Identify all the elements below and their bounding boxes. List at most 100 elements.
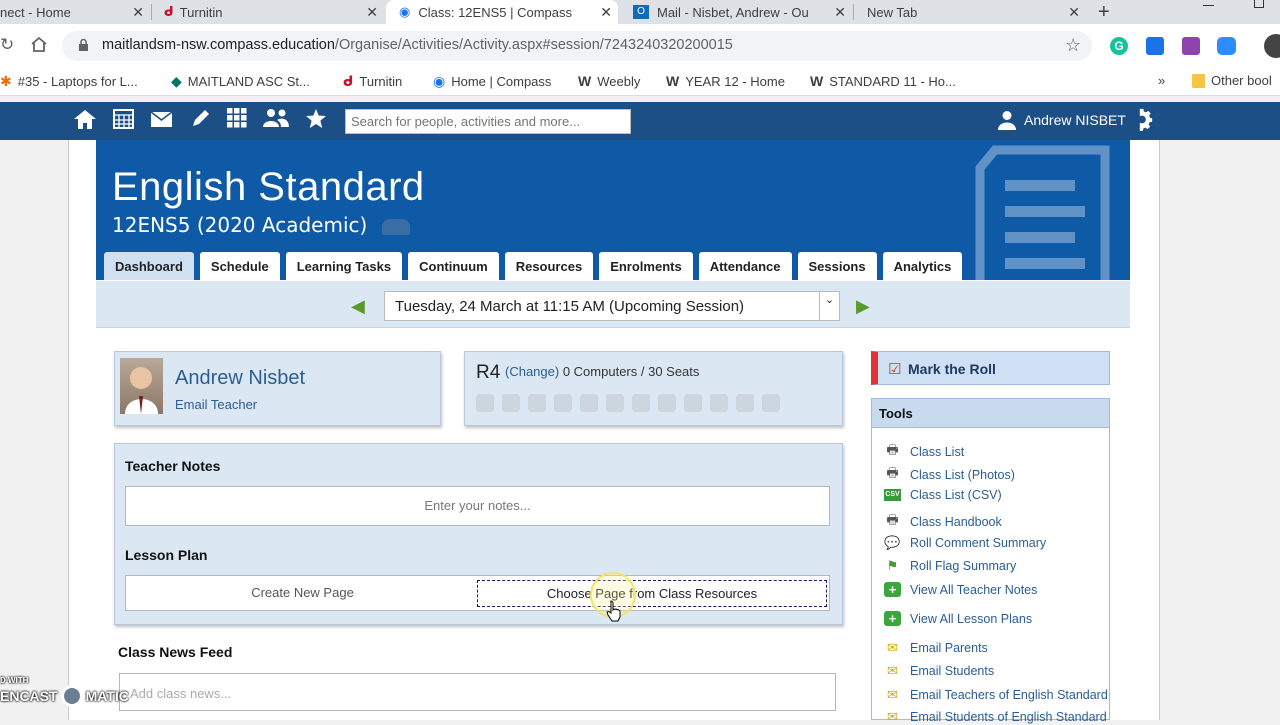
bookmark-label: #35 - Laptops for L... [17,74,138,89]
grid-icon[interactable] [227,108,247,134]
browser-tab-new-tab[interactable]: New Tab ✕ [854,0,1086,24]
extension-puzzle-icon[interactable] [1182,37,1200,55]
bookmark-laptops[interactable]: ✱ #35 - Laptops for L... [0,73,138,90]
bookmark-compass[interactable]: ◉ Home | Compass [433,73,551,90]
tool-roll-comment-summary[interactable]: 💬 Roll Comment Summary [884,535,1046,551]
tool-label: Class List (Photos) [910,468,1015,482]
bookmark-turnitin[interactable]: ᑯ Turnitin [343,73,402,90]
grammarly-icon[interactable]: G [1110,37,1128,55]
next-session-arrow-icon[interactable]: ▶ [856,296,870,317]
minimize-icon[interactable] [1203,5,1214,6]
bookmark-standard11[interactable]: W STANDARD 11 - Ho... [810,73,956,89]
tool-email-students[interactable]: ✉ Email Students [884,663,994,679]
new-tab-button[interactable]: + [1098,0,1124,24]
lesson-plan-heading: Lesson Plan [125,547,208,563]
bookmark-year12[interactable]: W YEAR 12 - Home [666,73,785,89]
tab-learning-tasks[interactable]: Learning Tasks [285,252,403,280]
turnitin-icon: ᑯ [343,73,354,89]
compass-icon: ◉ [399,4,411,19]
star-icon[interactable] [305,108,327,135]
tool-roll-flag-summary[interactable]: ⚑ Roll Flag Summary [884,558,1017,574]
tool-class-list-csv[interactable]: CSV Class List (CSV) [884,488,1002,502]
document-icon [975,145,1110,280]
email-teacher-link[interactable]: Email Teacher [175,397,257,412]
bookmark-label: YEAR 12 - Home [685,73,785,89]
change-room-link[interactable]: (Change) [505,364,559,379]
tab-analytics[interactable]: Analytics [882,252,963,280]
create-new-page-button[interactable]: Create New Page [125,575,480,611]
user-menu[interactable]: Andrew NISBET [998,110,1126,130]
gear-icon[interactable] [1131,108,1154,136]
people-icon[interactable] [262,108,290,134]
tool-email-teachers[interactable]: ✉ Email Teachers of English Standard [884,687,1108,703]
bookmark-icon: ✱ [0,73,12,89]
tab-dashboard[interactable]: Dashboard [104,252,194,280]
star-icon[interactable]: ☆ [1065,35,1081,56]
whiteboard-icon [554,394,572,412]
previous-session-arrow-icon[interactable]: ◀ [351,296,365,317]
water-icon [632,394,650,412]
mail-icon[interactable] [150,108,173,134]
tab-continuum[interactable]: Continuum [408,252,499,280]
tool-class-list[interactable]: 🖶 Class List [884,441,964,463]
pencil-icon[interactable] [190,108,211,135]
maximize-icon[interactable] [1254,0,1264,8]
teacher-name[interactable]: Andrew Nisbet [175,367,305,390]
mark-the-roll-button[interactable]: ☑ Mark the Roll [871,351,1110,385]
url-text[interactable]: maitlandsm-nsw.compass.education/Organis… [102,37,733,53]
chevron-down-icon[interactable]: ⌄ [819,292,839,320]
zoom-icon[interactable] [1217,37,1236,55]
tab-attendance[interactable]: Attendance [698,252,792,280]
watermark-line: ENCAST [0,688,58,704]
browser-tab-connect[interactable]: nect - Home ✕ [0,0,150,24]
browser-tab-turnitin[interactable]: ᑯ Turnitin ✕ [152,0,384,24]
room-panel [464,351,843,426]
close-icon[interactable]: ✕ [834,3,846,21]
tab-sessions[interactable]: Sessions [797,252,877,280]
close-icon[interactable]: ✕ [366,4,378,21]
class-news-input[interactable]: Add class news... [119,673,836,711]
home-icon[interactable] [30,36,48,58]
sharepoint-icon: ◆ [171,73,182,89]
tool-class-handbook[interactable]: 🖶 Class Handbook [884,511,1001,533]
room-code: R4 [476,362,501,383]
bookmarks-overflow-button[interactable]: » [1158,73,1165,88]
printer-icon: 🖶 [886,465,899,480]
class-code: 12ENS5 (2020 Academic) [112,213,368,237]
outlook-icon: O [633,5,649,19]
bookmark-label: Weebly [597,73,641,89]
tool-label: Class List (CSV) [910,488,1002,502]
lock-icon[interactable] [78,38,89,57]
comment-icon: 💬 [884,535,901,550]
tab-schedule[interactable]: Schedule [199,252,280,280]
other-bookmarks[interactable]: Other bool [1192,73,1272,88]
search-input[interactable] [345,109,631,134]
envelope-icon: ✉ [887,663,898,678]
tab-resources[interactable]: Resources [504,252,594,280]
tab-enrolments[interactable]: Enrolments [599,252,693,280]
extension-chart-icon[interactable] [1146,37,1164,55]
close-icon[interactable]: ✕ [132,4,144,21]
compass-icon: ◉ [433,73,446,89]
tool-view-all-lesson-plans[interactable]: + View All Lesson Plans [884,611,1032,626]
tab-title: nect - Home [0,4,71,20]
session-select[interactable]: Tuesday, 24 March at 11:15 AM (Upcoming … [384,291,840,321]
choose-page-from-resources-button[interactable]: Choose Page from Class Resources [477,580,827,607]
bookmark-maitland-asc[interactable]: ◆ MAITLAND ASC St... [171,73,310,90]
bookmark-weebly[interactable]: W Weebly [578,73,640,89]
tool-class-list-photos[interactable]: 🖶 Class List (Photos) [884,464,1015,486]
browser-tab-compass[interactable]: ◉ Class: 12ENS5 | Compass ✕ [386,0,618,24]
calendar-icon[interactable] [113,108,134,135]
reload-icon[interactable]: ↻ [0,35,14,55]
camera-icon [684,394,702,412]
close-icon[interactable]: ✕ [1068,4,1080,21]
close-icon[interactable]: ✕ [600,4,612,21]
clock-icon [736,394,754,412]
envelope-icon: ✉ [887,709,898,724]
tool-view-all-teacher-notes[interactable]: + View All Teacher Notes [884,582,1037,597]
browser-tab-mail[interactable]: O Mail - Nisbet, Andrew - Ou ✕ [620,0,852,24]
tool-email-students-of-class[interactable]: ✉ Email Students of English Standard [884,709,1107,725]
home-icon[interactable] [73,108,97,136]
tool-email-parents[interactable]: ✉ Email Parents [884,640,988,656]
teacher-notes-input[interactable]: Enter your notes... [125,486,830,526]
